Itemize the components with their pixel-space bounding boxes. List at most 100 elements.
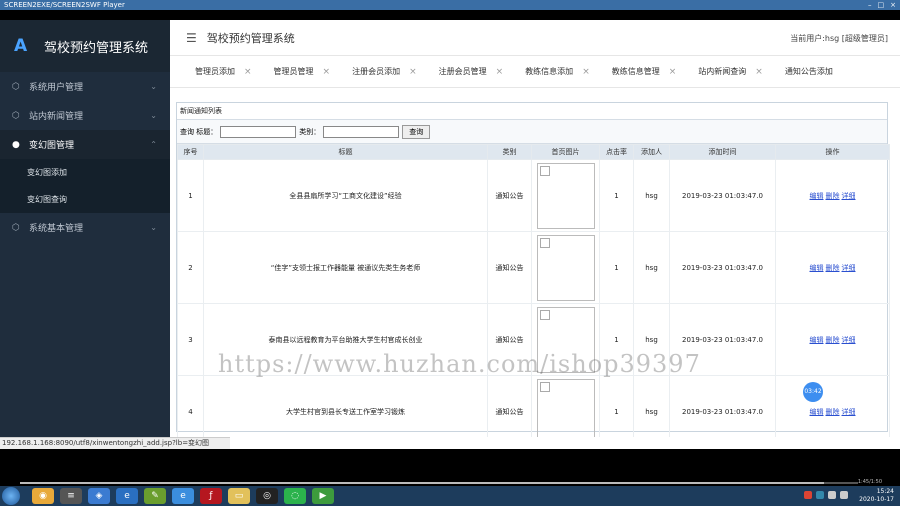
column-header: 标题 (203, 144, 488, 160)
screen: SCREEN2EXE/SCREEN2SWF Player – □ × A 驾校预… (0, 0, 900, 506)
sidebar-item-label: 系统基本管理 (29, 224, 84, 234)
row-actions: 编辑 删除 详细 (775, 159, 890, 232)
delete-link[interactable]: 删除 (826, 408, 840, 416)
tab-coach-manage[interactable]: 教练信息管理 × (612, 66, 677, 77)
tab-admin-add[interactable]: 管理员添加 × (195, 66, 252, 77)
close-icon[interactable]: × (496, 67, 504, 77)
close-icon[interactable]: × (582, 67, 590, 77)
progress-fill (20, 482, 825, 484)
sidebar-item-label: 站内新闻管理 (29, 112, 84, 122)
chevron-down-icon: ⌄ (150, 82, 157, 91)
player-title: SCREEN2EXE/SCREEN2SWF Player (4, 1, 125, 9)
delete-link[interactable]: 删除 (826, 264, 840, 272)
news-table: 序号 标题 类别 首页图片 点击率 添加人 添加时间 操作 1 全县县扇所学习“… (177, 144, 890, 448)
sidebar-subitem-slideshow-query[interactable]: 变幻图查询 (0, 186, 170, 213)
recorder-icon[interactable]: ▶ (312, 488, 334, 504)
chevron-down-icon: ⌄ (150, 111, 157, 120)
row-image-cell (531, 231, 600, 304)
tab-coach-add[interactable]: 教练信息添加 × (525, 66, 590, 77)
detail-link[interactable]: 详细 (842, 264, 856, 272)
sidebar-item-system-basics[interactable]: ⬡ 系统基本管理 ⌄ (0, 213, 170, 242)
delete-link[interactable]: 删除 (826, 336, 840, 344)
row-number: 2 (177, 231, 204, 304)
detail-link[interactable]: 详细 (842, 336, 856, 344)
sidebar-item-slideshow-management[interactable]: ● 变幻图管理 ⌃ (0, 130, 170, 159)
sidebar-subitem-slideshow-add[interactable]: 变幻图添加 (0, 159, 170, 186)
broken-image-icon (536, 162, 595, 229)
edit-link[interactable]: 编辑 (810, 192, 824, 200)
search-category-input[interactable] (323, 125, 400, 138)
volume-icon[interactable] (840, 491, 848, 499)
tab-member-manage[interactable]: 注册会员管理 × (439, 66, 504, 77)
edit-link[interactable]: 编辑 (810, 264, 824, 272)
chrome-icon[interactable]: ◉ (32, 488, 54, 504)
tab-notice-add[interactable]: 通知公告添加 (785, 66, 833, 77)
cube-icon: ⬡ (12, 110, 20, 121)
tab-label: 注册会员管理 (438, 67, 487, 76)
cube-icon: ⬡ (12, 81, 20, 92)
row-number: 1 (177, 159, 204, 232)
close-icon[interactable]: × (409, 67, 417, 77)
menu-icon[interactable]: ☰ (186, 31, 197, 45)
tray-icon[interactable] (804, 491, 812, 499)
column-header: 序号 (177, 144, 204, 160)
wechat-icon[interactable]: ◌ (284, 488, 306, 504)
sidebar-item-user-management[interactable]: ⬡ 系统用户管理 ⌄ (0, 72, 170, 101)
ie-icon[interactable]: e (172, 488, 194, 504)
close-icon[interactable]: × (323, 67, 331, 77)
close-icon[interactable]: × (755, 67, 763, 77)
minimize-icon[interactable]: – (868, 0, 872, 10)
detail-link[interactable]: 详细 (842, 408, 856, 416)
logo-icon: A (14, 36, 28, 56)
browser-status-bar: 192.168.1.168:8090/utf8/xinwentongzhi_ad… (0, 437, 230, 449)
media-icon[interactable]: ≡ (60, 488, 82, 504)
network-icon[interactable] (828, 491, 836, 499)
tab-label: 站内新闻查询 (698, 67, 747, 76)
sidebar: A 驾校预约管理系统 ⬡ 系统用户管理 ⌄ ⬡ 站内新闻管理 ⌄ ● 变幻图管理… (0, 20, 170, 437)
browser-icon[interactable]: e (116, 488, 138, 504)
app-icon[interactable]: ◈ (88, 488, 110, 504)
close-icon[interactable]: × (669, 67, 677, 77)
close-icon[interactable]: × (890, 0, 896, 10)
row-category: 通知公告 (487, 159, 532, 232)
edit-link[interactable]: 编辑 (810, 408, 824, 416)
delete-link[interactable]: 删除 (826, 192, 840, 200)
tab-news-query[interactable]: 站内新闻查询 × (698, 66, 763, 77)
sidebar-item-news-management[interactable]: ⬡ 站内新闻管理 ⌄ (0, 101, 170, 130)
column-header: 添加时间 (669, 144, 776, 160)
tab-member-add[interactable]: 注册会员添加 × (352, 66, 417, 77)
folder-icon[interactable]: ▭ (228, 488, 250, 504)
news-list-panel: 新闻通知列表 查询 标题： 类别： 查询 序号 标题 类别 首页图片 点击率 添… (176, 102, 890, 448)
close-icon[interactable]: × (244, 67, 252, 77)
row-author: hsg (633, 159, 670, 232)
window-controls: – □ × (868, 0, 896, 10)
chevron-up-icon: ⌃ (150, 140, 157, 149)
brand: A 驾校预约管理系统 (0, 20, 170, 72)
row-category: 通知公告 (487, 231, 532, 304)
start-button[interactable] (2, 487, 20, 505)
row-time: 2019-03-23 01:03:47.0 (669, 231, 776, 304)
maximize-icon[interactable]: □ (878, 0, 885, 10)
progress-time: 1:45/1:50 (857, 479, 882, 485)
search-title-input[interactable] (220, 125, 297, 138)
editor-icon[interactable]: ✎ (144, 488, 166, 504)
edit-link[interactable]: 编辑 (810, 336, 824, 344)
header: ☰ 驾校预约管理系统 当前用户:hsg [超级管理员] (170, 20, 900, 56)
tray-icon[interactable] (816, 491, 824, 499)
broken-image-icon (536, 378, 595, 445)
detail-link[interactable]: 详细 (842, 192, 856, 200)
qq-icon[interactable]: ◎ (256, 488, 278, 504)
row-time: 2019-03-23 01:03:47.0 (669, 159, 776, 232)
current-user[interactable]: 当前用户:hsg [超级管理员] (790, 33, 888, 44)
tab-admin-manage[interactable]: 管理员管理 × (274, 66, 331, 77)
column-header: 首页图片 (531, 144, 600, 160)
clock[interactable]: 15:24 2020-10-17 (859, 488, 894, 504)
player-title-bar: SCREEN2EXE/SCREEN2SWF Player – □ × (0, 0, 900, 10)
row-image-cell (531, 159, 600, 232)
search-button[interactable]: 查询 (402, 124, 431, 139)
flash-icon[interactable]: ƒ (200, 488, 222, 504)
watermark: https://www.huzhan.com/ishop39397 (218, 350, 701, 378)
page-title: 驾校预约管理系统 (206, 31, 295, 45)
column-header: 点击率 (599, 144, 634, 160)
column-header: 添加人 (633, 144, 670, 160)
